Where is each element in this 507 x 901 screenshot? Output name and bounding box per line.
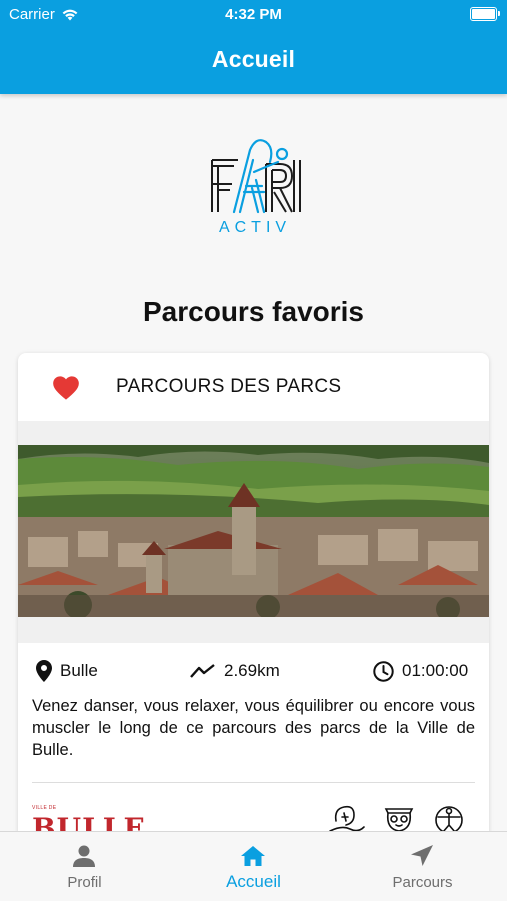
home-icon [241,846,265,866]
route-location: Bulle [36,658,98,684]
bulle-logo-small-text: VILLE DE [32,805,57,811]
route-duration-text: 01:00:00 [402,661,469,680]
tab-accueil-label: Accueil [226,872,281,891]
top-app-bar: Carrier 4:32 PM Accueil [0,0,507,94]
tab-profil-label: Profil [67,874,102,891]
route-photo [18,445,489,617]
logo-subtitle: ACTIV [218,219,292,236]
tab-parcours-label: Parcours [392,874,453,891]
battery-icon [470,7,500,21]
card-header: PARCOURS DES PARCS [18,353,489,421]
section-title: Parcours favoris [143,296,364,327]
status-bar: Carrier 4:32 PM [0,0,507,28]
status-time: 4:32 PM [225,6,282,23]
person-icon [73,845,95,867]
page-title: Accueil [211,46,296,72]
route-photo-area [18,421,489,643]
route-description: Venez danser, vous relaxer, vous équilib… [32,697,475,759]
route-duration: 01:00:00 [373,658,468,684]
tab-parcours[interactable]: Parcours [338,832,507,901]
route-title: PARCOURS DES PARCS [116,376,342,397]
route-location-text: Bulle [60,661,98,680]
card-divider [32,782,475,783]
bottom-tab-bar: Profil Accueil Parcours [0,831,507,901]
distance-trend-icon [190,664,215,678]
clock-icon [373,660,394,682]
heart-icon[interactable] [52,375,80,401]
location-pin-icon [36,660,52,682]
route-distance-text: 2.69km [224,661,280,680]
route-distance: 2.69km [190,658,280,684]
tab-accueil[interactable]: Accueil [169,832,338,901]
favorite-route-card[interactable]: PARCOURS DES PARCS Bulle 2.69km 01:00:00… [18,353,489,873]
navigation-arrow-icon [411,845,433,866]
tab-profil[interactable]: Profil [0,832,169,901]
